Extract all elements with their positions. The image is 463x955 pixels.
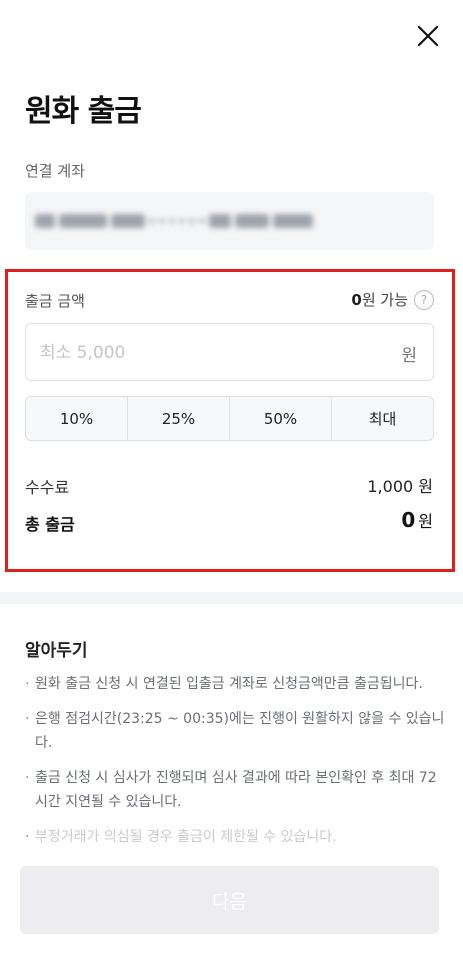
amount-input[interactable] [40, 338, 380, 368]
notice-item: 출금 신청 시 심사가 진행되며 심사 결과에 따라 본인확인 후 최대 72시… [25, 766, 445, 814]
percent-10-button[interactable]: 10% [26, 397, 128, 440]
account-label: 연결 계좌 [25, 162, 85, 180]
fee-value: 1,000 원 [367, 477, 433, 496]
available-amount: 0 [351, 291, 362, 309]
account-number-blurred [35, 206, 365, 236]
notice-item: 은행 점검시간(23:25 ~ 00:35)에는 진행이 원활하지 않을 수 있… [25, 707, 445, 755]
amount-unit: 원 [401, 346, 417, 366]
notice-title: 알아두기 [25, 641, 88, 661]
help-icon[interactable]: ? [414, 289, 434, 310]
percent-50-button[interactable]: 50% [230, 397, 332, 440]
close-button[interactable] [412, 20, 444, 52]
next-button[interactable]: 다음 [20, 866, 439, 934]
total-value: 0 원 [401, 508, 433, 532]
available-balance: 0원 가능 ? [351, 289, 434, 310]
total-amount: 0 [401, 508, 416, 532]
fee-label: 수수료 [25, 478, 70, 497]
amount-input-field[interactable]: 원 [25, 323, 434, 381]
linked-account-field [25, 192, 434, 250]
percent-25-button[interactable]: 25% [128, 397, 230, 440]
available-suffix: 원 가능 [361, 291, 408, 309]
close-icon [417, 25, 439, 47]
notice-item: 원화 출금 신청 시 연결된 입출금 계좌로 신청금액만큼 출금됩니다. [25, 672, 445, 696]
section-divider [0, 592, 463, 604]
total-label: 총 출금 [25, 515, 75, 534]
amount-label: 출금 금액 [25, 292, 85, 310]
percent-max-button[interactable]: 최대 [332, 397, 433, 440]
page-title: 원화 출금 [25, 94, 142, 129]
percent-button-group: 10% 25% 50% 최대 [25, 396, 434, 441]
total-unit: 원 [418, 512, 433, 531]
notice-list: 원화 출금 신청 시 연결된 입출금 계좌로 신청금액만큼 출금됩니다. 은행 … [25, 672, 445, 860]
